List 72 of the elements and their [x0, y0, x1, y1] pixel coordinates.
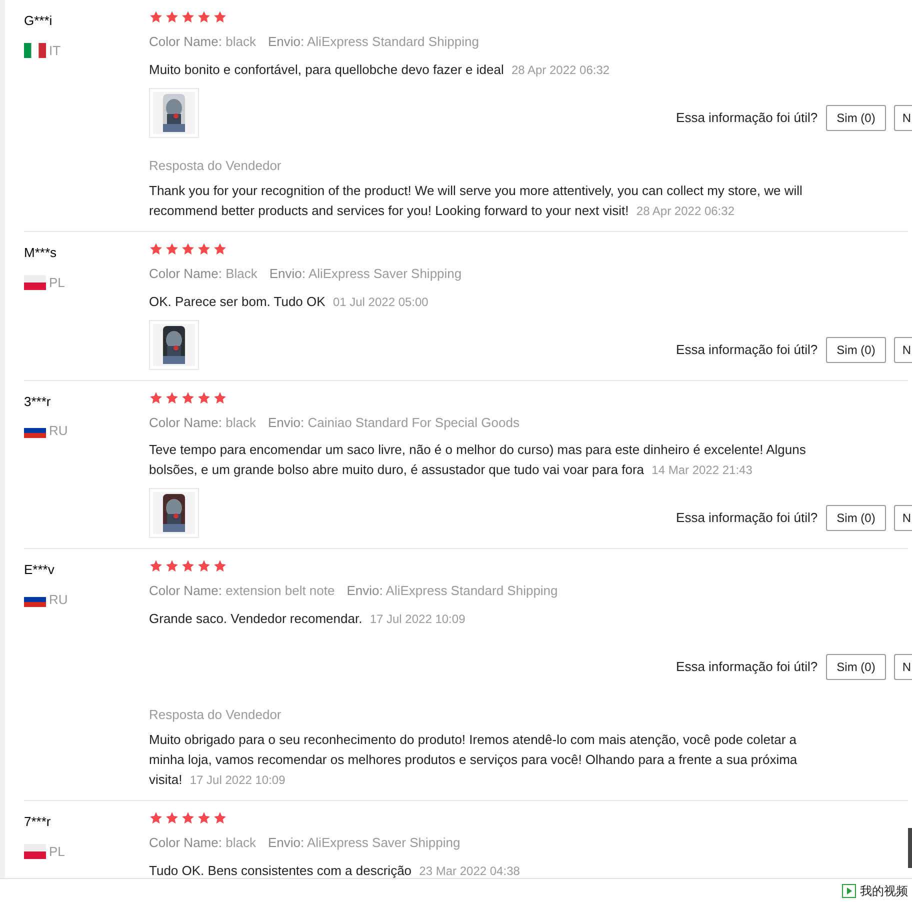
review-text: Grande saco. Vendedor recomendar. 17 Jul 2022 10:09: [149, 610, 466, 628]
yes-button[interactable]: Sim (0): [826, 104, 886, 130]
star-icon: [165, 559, 179, 573]
color-info: Color Name: black: [149, 414, 256, 432]
shipping-info: Envio: AliExpress Standard Shipping: [268, 33, 479, 51]
scrollbar-thumb[interactable]: [908, 828, 912, 868]
no-button[interactable]: N: [894, 505, 912, 531]
helpful-question: Essa informação foi útil?: [676, 108, 818, 127]
reply-text: Thank you for your recognition of the product! We will serve you more attentively, you can collect my store, we will recommend better products and services for you! Looking forward to your next visit! 28 Apr 2022 06:32: [149, 182, 804, 220]
star-icon: [197, 559, 211, 573]
user-name: M***s: [24, 244, 58, 262]
review-text: Teve tempo para encomendar um saco livre, não é o melhor do curso) mas para este dinheiro é excelente! Alguns bolsões, e um grande bolso abre muito duro, é assustador que tudo vai voar para fora 14 Mar 2022 21:43: [149, 441, 807, 479]
color-info: Color Name: black: [149, 834, 256, 852]
yes-button[interactable]: Sim (0): [826, 505, 886, 531]
star-icon: [149, 811, 163, 825]
star-icon: [165, 10, 179, 24]
yes-button[interactable]: Sim (0): [826, 336, 886, 362]
star-icon: [165, 242, 179, 256]
star-icon: [181, 242, 195, 256]
star-icon: [197, 390, 211, 404]
star-icon: [165, 390, 179, 404]
color-info: Color Name: black: [149, 33, 256, 51]
star-icon: [213, 559, 227, 573]
review-text: Tudo OK. Bens consistentes com a descrição 23 Mar 2022 04:38: [149, 862, 521, 880]
reply-title: Resposta do Vendedor: [149, 156, 282, 175]
reply-title: Resposta do Vendedor: [149, 706, 282, 724]
star-icon: [165, 811, 179, 825]
shipping-info: Envio: AliExpress Standard Shipping: [346, 582, 558, 600]
star-icon: [181, 811, 195, 825]
star-icon: [181, 559, 195, 573]
user-name: G***i: [24, 12, 54, 30]
country-code: PL: [49, 274, 65, 292]
star-icon: [149, 10, 163, 24]
user-name: 3***r: [24, 392, 52, 410]
helpful-question: Essa informação foi útil?: [676, 658, 818, 676]
star-icon: [197, 10, 211, 24]
shipping-info: Envio: AliExpress Saver Shipping: [269, 265, 462, 283]
star-icon: [181, 10, 195, 24]
reply-text: Muito obrigado para o seu reconhecimento do produto! Iremos atendê-lo com mais atenção, você pode coletar a minha loja, vamos recomendar os melhores produtos e serviços para você! Olhando para a frente a sua próxima visita! 17 Jul 2022 10:09: [149, 731, 798, 789]
flag-icon: [24, 274, 46, 290]
flag-icon: [24, 42, 46, 58]
my-videos-link[interactable]: 我的视频: [860, 882, 908, 900]
star-icon: [149, 390, 163, 404]
star-icon: [213, 390, 227, 404]
review-text: Muito bonito e confortável, para quellobche devo fazer e ideal 28 Apr 2022 06:32: [149, 60, 611, 79]
country-code: PL: [49, 842, 65, 860]
user-name: 7***r: [24, 813, 52, 831]
star-icon: [213, 242, 227, 256]
star-icon: [197, 242, 211, 256]
helpful-question: Essa informação foi útil?: [676, 509, 818, 528]
user-name: E***v: [24, 561, 56, 579]
color-info: Color Name: extension belt note: [149, 582, 335, 600]
star-icon: [197, 811, 211, 825]
star-icon: [149, 242, 163, 256]
color-info: Color Name: Black: [149, 265, 258, 283]
no-button[interactable]: N: [894, 104, 912, 130]
no-button[interactable]: N: [894, 336, 912, 362]
review-text: OK. Parece ser bom. Tudo OK 01 Jul 2022 05:00: [149, 292, 430, 310]
yes-button[interactable]: Sim (0): [826, 654, 886, 680]
play-icon: [842, 884, 856, 898]
shipping-info: Envio: Cainiao Standard For Special Goods: [268, 414, 520, 432]
no-button[interactable]: N: [894, 654, 912, 680]
star-icon: [213, 10, 227, 24]
country-code: IT: [49, 42, 61, 60]
helpful-question: Essa informação foi útil?: [676, 340, 818, 359]
star-icon: [181, 390, 195, 404]
country-code: RU: [49, 422, 68, 440]
star-icon: [213, 811, 227, 825]
star-icon: [149, 559, 163, 573]
shipping-info: Envio: AliExpress Saver Shipping: [268, 834, 460, 852]
country-code: RU: [49, 590, 68, 608]
flag-icon: [24, 844, 46, 859]
